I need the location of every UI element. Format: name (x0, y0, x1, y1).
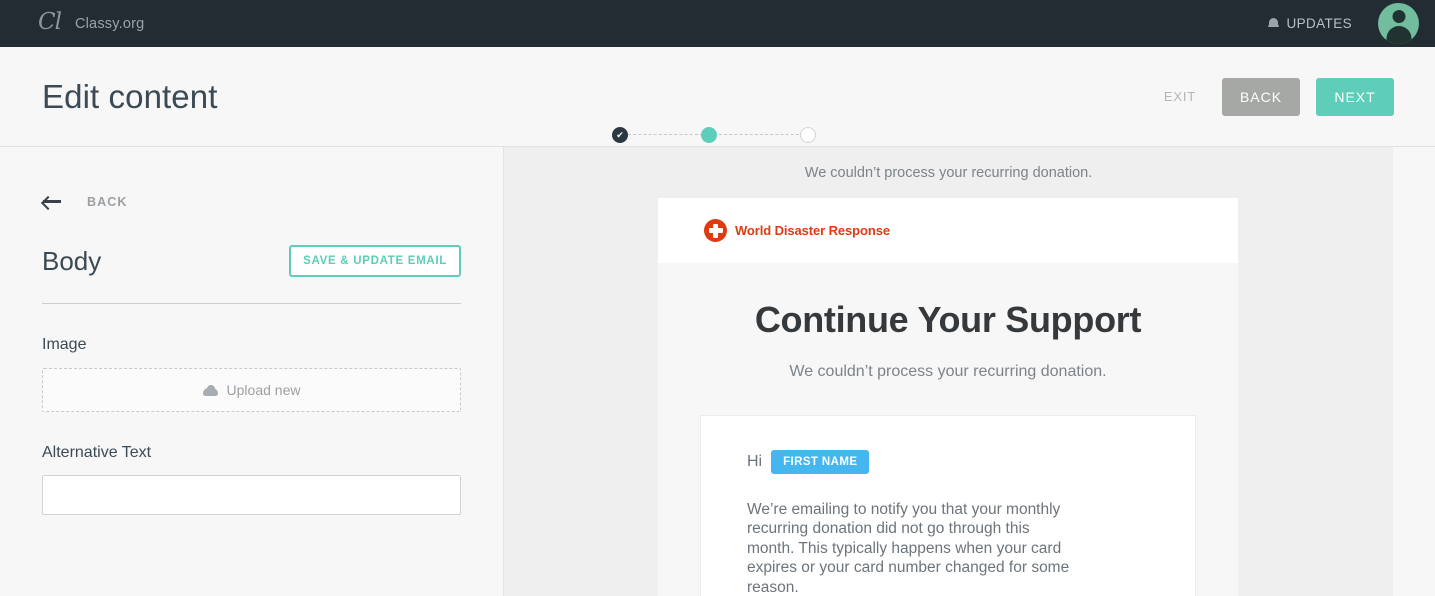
organization-name: World Disaster Response (735, 223, 890, 238)
email-paragraph[interactable]: We’re emailing to notify you that your m… (747, 500, 1077, 596)
section-divider (42, 303, 461, 304)
avatar[interactable] (1378, 3, 1419, 44)
updates-label: UPDATES (1286, 16, 1352, 31)
page-title: Edit content (42, 77, 218, 115)
stepper-line-1 (628, 134, 703, 135)
email-body-card[interactable]: Hi FIRST NAME We’re emailing to notify y… (700, 415, 1196, 596)
brand-name: Classy.org (74, 15, 145, 32)
bell-icon (1268, 17, 1280, 30)
classy-logo-icon: Cl (38, 8, 62, 35)
next-button[interactable]: NEXT (1316, 77, 1394, 116)
upload-new-dropzone[interactable]: Upload new (42, 368, 461, 412)
editor-sidebar: BACK Body SAVE & UPDATE EMAIL Image Uplo… (0, 147, 504, 596)
header-actions: EXIT BACK NEXT (1154, 77, 1394, 116)
email-logo-band[interactable]: World Disaster Response (658, 198, 1238, 263)
updates-button[interactable]: UPDATES (1268, 16, 1352, 31)
email-heading[interactable]: Continue Your Support (658, 299, 1238, 341)
greeting-prefix: Hi (747, 453, 763, 470)
email-preview-stage: We couldn’t process your recurring donat… (504, 147, 1393, 596)
save-and-update-email-button[interactable]: SAVE & UPDATE EMAIL (289, 245, 461, 277)
stepper-track: ✔ (598, 127, 838, 143)
alternative-text-input[interactable] (42, 475, 461, 515)
alternative-text-label: Alternative Text (42, 444, 152, 461)
email-body: Continue Your Support We couldn’t proces… (658, 263, 1238, 596)
sidebar-back-button[interactable]: BACK (42, 194, 128, 209)
top-navbar: Cl Classy.org UPDATES (0, 0, 1435, 47)
page-header: Edit content ✔ SETUP CONTENT CONFIRM EXI… (0, 47, 1435, 164)
sidebar-back-label: BACK (87, 194, 128, 209)
email-greeting: Hi FIRST NAME (747, 450, 1149, 474)
email-subheading[interactable]: We couldn’t process your recurring donat… (658, 363, 1238, 381)
arrow-left-icon (42, 194, 61, 209)
organization-logo: World Disaster Response (704, 219, 890, 242)
merge-token-first-name[interactable]: FIRST NAME (771, 450, 870, 474)
email-card: World Disaster Response Continue Your Su… (658, 198, 1238, 596)
step-dot-confirm[interactable] (800, 127, 816, 143)
content-area: BACK Body SAVE & UPDATE EMAIL Image Uplo… (0, 147, 1435, 596)
navbar-right: UPDATES (1268, 3, 1419, 44)
step-dot-setup[interactable]: ✔ (612, 127, 628, 143)
image-field-label: Image (42, 336, 87, 353)
upload-new-label: Upload new (226, 382, 301, 398)
email-preview-panel: We couldn’t process your recurring donat… (504, 147, 1435, 596)
step-dot-content[interactable] (701, 127, 717, 143)
brand[interactable]: Cl Classy.org (38, 8, 145, 37)
cloud-upload-icon (202, 384, 218, 396)
exit-button[interactable]: EXIT (1154, 83, 1206, 110)
back-button[interactable]: BACK (1222, 77, 1300, 116)
stepper-line-2 (719, 134, 799, 135)
red-cross-logo-icon (704, 219, 727, 242)
email-preheader: We couldn’t process your recurring donat… (804, 165, 1093, 181)
section-title: Body (42, 245, 102, 276)
section-header: Body SAVE & UPDATE EMAIL (42, 245, 461, 277)
